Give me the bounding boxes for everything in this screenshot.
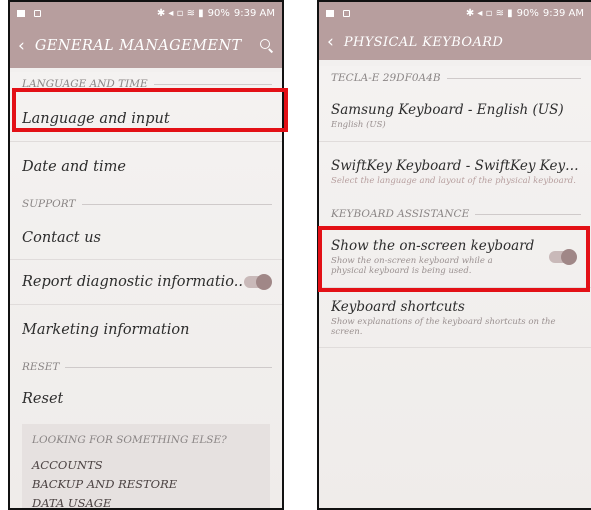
suggestion-link-accounts[interactable]: ACCOUNTS (32, 458, 260, 472)
item-label: Contact us (22, 229, 101, 246)
section-label: KEYBOARD ASSISTANCE (331, 208, 470, 220)
section-header-language: LANGUAGE AND TIME (10, 72, 282, 96)
gallery-notification-icon (326, 9, 334, 17)
suggestions-card: LOOKING FOR SOMETHING ELSE? ACCOUNTS BAC… (22, 424, 270, 508)
swiftkey-keyboard-item[interactable]: SwiftKey Keyboard - SwiftKey Keybo.. Sel… (319, 142, 591, 202)
settings-list: LANGUAGE AND TIME Language and input Dat… (10, 72, 282, 508)
signal-icons: ✱ ◂ ▫ ≋ ▮ (465, 7, 513, 19)
keyboard-settings-list: TECLA-E 29DF0A4B Samsung Keyboard - Engl… (319, 66, 591, 508)
suggestion-link-data-usage[interactable]: DATA USAGE (32, 496, 260, 508)
lock-notification-icon (343, 9, 350, 17)
battery-level: 90% (516, 7, 539, 19)
report-diagnostic-toggle[interactable] (244, 274, 272, 290)
show-onscreen-keyboard-item[interactable]: Show the on-screen keyboard Show the on-… (319, 226, 591, 288)
clock: 9:39 AM (233, 7, 275, 19)
item-label: Samsung Keyboard - English (US) (331, 101, 564, 118)
status-bar: ✱ ◂ ▫ ≋ ▮ 90% 9:39 AM (319, 2, 591, 24)
page-title: GENERAL MANAGEMENT (34, 38, 242, 54)
section-label: SUPPORT (22, 198, 76, 210)
back-arrow-icon[interactable]: ‹ (327, 32, 334, 52)
section-header-support: SUPPORT (10, 192, 282, 216)
report-diagnostic-item[interactable]: Report diagnostic informatio.. (10, 260, 282, 305)
reset-item[interactable]: Reset (10, 379, 282, 419)
section-label: RESET (22, 361, 60, 373)
contact-us-item[interactable]: Contact us (10, 216, 282, 260)
general-management-screen: ✱ ◂ ▫ ≋ ▮ 90% 9:39 AM ‹ GENERAL MANAGEME… (8, 0, 284, 510)
gallery-notification-icon (17, 9, 25, 17)
item-label: SwiftKey Keyboard - SwiftKey Keybo.. (331, 158, 579, 174)
item-label: Report diagnostic informatio.. (22, 274, 243, 290)
app-bar: ‹ PHYSICAL KEYBOARD (319, 24, 591, 60)
item-label: Date and time (22, 159, 126, 175)
back-arrow-icon[interactable]: ‹ (18, 36, 25, 56)
suggestions-title: LOOKING FOR SOMETHING ELSE? (32, 434, 227, 446)
lock-notification-icon (34, 9, 41, 17)
keyboard-shortcuts-item[interactable]: Keyboard shortcuts Show explanations of … (319, 288, 591, 348)
section-header-reset: RESET (10, 355, 282, 379)
item-subtitle: English (US) (331, 119, 386, 130)
search-icon[interactable] (260, 39, 274, 53)
samsung-keyboard-item[interactable]: Samsung Keyboard - English (US) English … (319, 90, 591, 142)
item-label: Show the on-screen keyboard (331, 237, 535, 254)
marketing-information-item[interactable]: Marketing information (10, 305, 282, 355)
physical-keyboard-screen: ✱ ◂ ▫ ≋ ▮ 90% 9:39 AM ‹ PHYSICAL KEYBOAR… (317, 0, 591, 510)
onscreen-keyboard-toggle[interactable] (549, 248, 577, 265)
suggestion-link-backup[interactable]: BACKUP AND RESTORE (32, 477, 260, 491)
status-bar: ✱ ◂ ▫ ≋ ▮ 90% 9:39 AM (10, 2, 282, 24)
item-subtitle: Show the on-screen keyboard while a phys… (331, 255, 493, 276)
item-label: Keyboard shortcuts (331, 298, 465, 315)
item-subtitle: Show explanations of the keyboard shortc… (331, 316, 556, 337)
section-label: LANGUAGE AND TIME (22, 78, 148, 90)
signal-icons: ✱ ◂ ▫ ≋ ▮ (156, 7, 204, 19)
item-subtitle: Select the language and layout of the ph… (331, 176, 576, 186)
battery-level: 90% (207, 7, 230, 19)
section-label: TECLA-E 29DF0A4B (331, 72, 441, 84)
date-and-time-item[interactable]: Date and time (10, 142, 282, 192)
page-title: PHYSICAL KEYBOARD (343, 34, 504, 50)
item-label: Marketing information (22, 322, 190, 338)
item-label: Language and input (22, 110, 170, 127)
section-header-device: TECLA-E 29DF0A4B (319, 66, 591, 90)
item-label: Reset (22, 391, 64, 407)
section-header-keyboard-assistance: KEYBOARD ASSISTANCE (319, 202, 591, 226)
app-bar: ‹ GENERAL MANAGEMENT (10, 24, 282, 68)
clock: 9:39 AM (542, 7, 584, 19)
language-and-input-item[interactable]: Language and input (10, 96, 282, 142)
